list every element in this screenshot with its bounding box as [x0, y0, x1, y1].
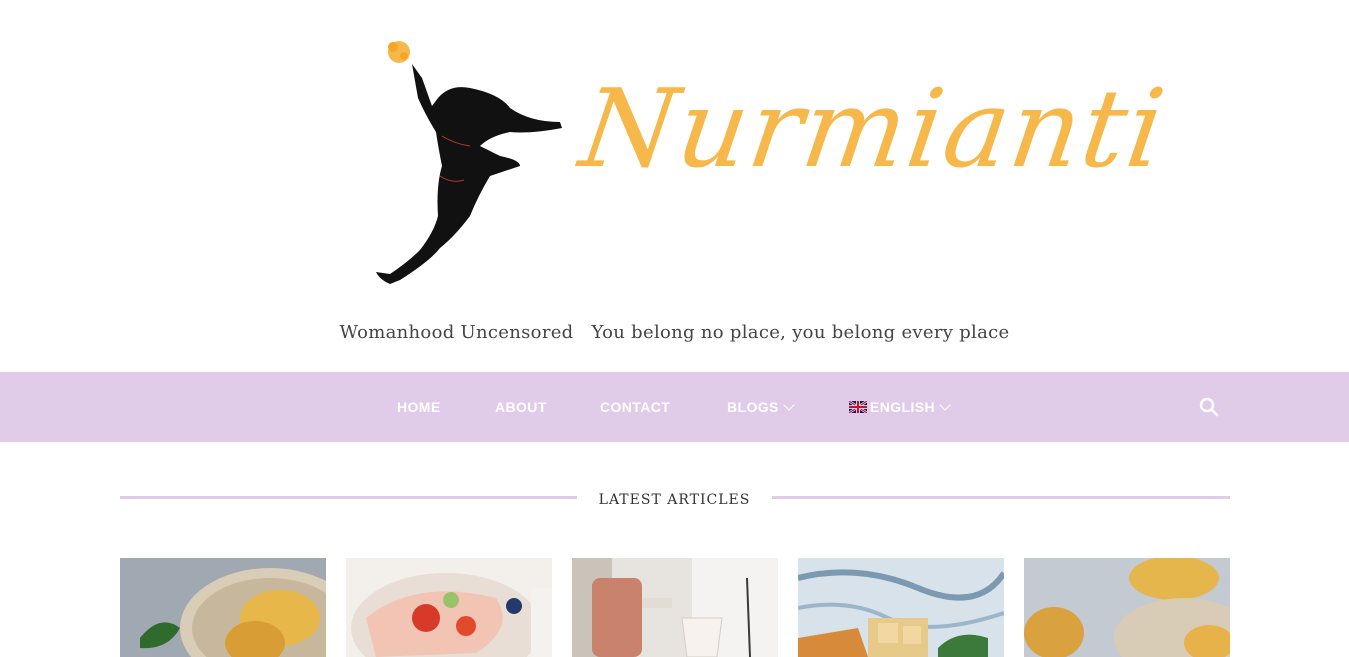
chevron-down-icon — [939, 399, 951, 411]
divider — [120, 496, 577, 499]
article-card[interactable] — [572, 558, 778, 657]
logo-wordmark: Nurmianti — [573, 67, 1174, 192]
tagline-right: You belong no place, you belong every pl… — [591, 322, 1010, 343]
site-tagline: Womanhood Uncensored You belong no place,… — [0, 322, 1349, 343]
article-thumbnail — [798, 558, 1004, 657]
tagline-left: Womanhood Uncensored — [339, 322, 574, 343]
section-title: LATEST ARTICLES — [598, 492, 751, 508]
divider — [772, 496, 1230, 499]
latest-articles-header: LATEST ARTICLES — [120, 488, 1230, 516]
article-thumbnail — [1024, 558, 1230, 657]
article-thumbnail — [572, 558, 778, 657]
chevron-down-icon — [783, 399, 795, 411]
nav-label: ABOUT — [495, 399, 547, 415]
language-switcher[interactable]: ENGLISH — [849, 372, 951, 442]
nav-label: HOME — [397, 399, 441, 415]
nav-item-home[interactable]: HOME — [397, 372, 441, 442]
nav-label: CONTACT — [600, 399, 671, 415]
nav-item-blogs[interactable]: BLOGS — [727, 372, 795, 442]
article-grid — [120, 558, 1230, 657]
article-card[interactable] — [346, 558, 552, 657]
nav-item-about[interactable]: ABOUT — [495, 372, 547, 442]
flower-icon — [388, 41, 410, 63]
article-card[interactable] — [798, 558, 1004, 657]
site-logo[interactable]: Nurmianti — [360, 36, 1173, 296]
nav-label: BLOGS — [727, 399, 779, 415]
uk-flag-icon — [849, 401, 867, 413]
site-header: Nurmianti Womanhood Uncensored You belong… — [0, 0, 1349, 372]
article-card[interactable] — [120, 558, 326, 657]
article-card[interactable] — [1024, 558, 1230, 657]
nav-label: ENGLISH — [870, 399, 936, 415]
search-icon[interactable] — [1199, 397, 1219, 417]
article-thumbnail — [120, 558, 326, 657]
article-thumbnail — [346, 558, 552, 657]
nav-item-contact[interactable]: CONTACT — [600, 372, 670, 442]
main-navigation: HOME ABOUT CONTACT BLOGS ENGLISH — [0, 372, 1349, 442]
